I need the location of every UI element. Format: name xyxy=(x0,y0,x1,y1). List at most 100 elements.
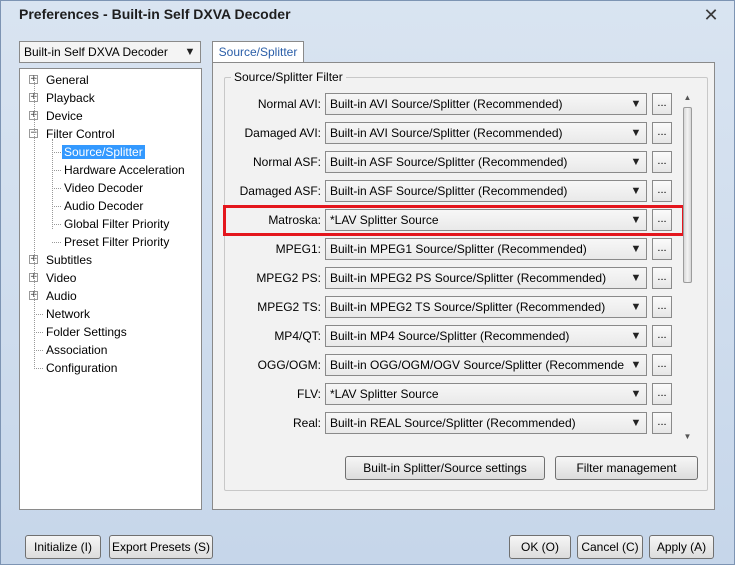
tree-item-label: Preset Filter Priority xyxy=(64,235,170,249)
tree-item-network[interactable]: Network xyxy=(44,305,92,323)
damaged-avi-splitter-select[interactable]: Built-in AVI Source/Splitter (Recommende… xyxy=(325,122,647,144)
chevron-down-icon: ▼ xyxy=(630,359,642,371)
chevron-down-icon: ▼ xyxy=(630,330,642,342)
tree-item-source-splitter[interactable]: Source/Splitter xyxy=(62,143,145,161)
flv-splitter-select[interactable]: *LAV Splitter Source ▼ xyxy=(325,383,647,405)
mpeg2-ts-label: MPEG2 TS: xyxy=(257,300,321,314)
cancel-button[interactable]: Cancel (C) xyxy=(577,535,643,559)
filter-list-scrollbar[interactable]: ▲ ▼ xyxy=(681,91,694,443)
normal-avi-label: Normal AVI: xyxy=(257,97,321,111)
mp4-qt-splitter-select[interactable]: Built-in MP4 Source/Splitter (Recommende… xyxy=(325,325,647,347)
initialize-button[interactable]: Initialize (I) xyxy=(25,535,101,559)
ogg-ogm-options-button[interactable]: ... xyxy=(652,354,672,376)
tree-item-video-decoder[interactable]: Video Decoder xyxy=(62,179,145,197)
tree-item-audio[interactable]: Audio xyxy=(44,287,79,305)
tree-item-label: Video xyxy=(46,271,77,285)
normal-asf-label: Normal ASF: xyxy=(252,155,321,169)
tree-item-association[interactable]: Association xyxy=(44,341,109,359)
tree-connector xyxy=(52,170,61,171)
select-value: Built-in MP4 Source/Splitter (Recommende… xyxy=(330,329,570,343)
tree-connector xyxy=(52,224,61,225)
splitter-settings-button[interactable]: Built-in Splitter/Source settings xyxy=(345,456,545,480)
tree-item-global-filter-priority[interactable]: Global Filter Priority xyxy=(62,215,171,233)
tree-connector xyxy=(52,242,61,243)
ogg-ogm-label: OGG/OGM: xyxy=(257,358,321,372)
tree-item-folder-settings[interactable]: Folder Settings xyxy=(44,323,129,341)
normal-asf-splitter-select[interactable]: Built-in ASF Source/Splitter (Recommende… xyxy=(325,151,647,173)
flv-options-button[interactable]: ... xyxy=(652,383,672,405)
tree-item-preset-filter-priority[interactable]: Preset Filter Priority xyxy=(62,233,171,251)
tree-item-video[interactable]: Video xyxy=(44,269,78,287)
tree-item-filter-control[interactable]: Filter Control xyxy=(44,125,117,143)
chevron-down-icon: ▼ xyxy=(630,156,642,168)
mpeg2-ts-splitter-select[interactable]: Built-in MPEG2 TS Source/Splitter (Recom… xyxy=(325,296,647,318)
settings-tree: General + Playback + Device + Filter Control − S… xyxy=(19,68,202,510)
chevron-down-icon: ▼ xyxy=(630,301,642,313)
chevron-down-icon: ▼ xyxy=(630,388,642,400)
chevron-down-icon: ▼ xyxy=(630,272,642,284)
tree-item-label: Playback xyxy=(46,91,95,105)
select-value: Built-in ASF Source/Splitter (Recommende… xyxy=(330,155,568,169)
tree-connector xyxy=(52,206,61,207)
export-presets-button[interactable]: Export Presets (S) xyxy=(109,535,213,559)
scroll-down-icon[interactable]: ▼ xyxy=(681,430,694,443)
filter-management-button[interactable]: Filter management xyxy=(555,456,698,480)
ok-button[interactable]: OK (O) xyxy=(509,535,571,559)
tree-connector xyxy=(34,368,43,369)
chevron-down-icon: ▼ xyxy=(184,46,196,58)
tab-source-splitter[interactable]: Source/Splitter xyxy=(212,41,304,63)
scroll-thumb[interactable] xyxy=(683,107,692,283)
group-title: Source/Splitter Filter xyxy=(231,70,346,84)
mpeg1-splitter-select[interactable]: Built-in MPEG1 Source/Splitter (Recommen… xyxy=(325,238,647,260)
select-value: *LAV Splitter Source xyxy=(330,387,439,401)
damaged-avi-options-button[interactable]: ... xyxy=(652,122,672,144)
chevron-down-icon: ▼ xyxy=(630,127,642,139)
mp4-qt-options-button[interactable]: ... xyxy=(652,325,672,347)
select-value: Built-in MPEG1 Source/Splitter (Recommen… xyxy=(330,242,587,256)
tree-item-device[interactable]: Device xyxy=(44,107,85,125)
tree-item-audio-decoder[interactable]: Audio Decoder xyxy=(62,197,145,215)
normal-avi-splitter-select[interactable]: Built-in AVI Source/Splitter (Recommende… xyxy=(325,93,647,115)
tree-item-playback[interactable]: Playback xyxy=(44,89,97,107)
tree-item-general[interactable]: General xyxy=(44,71,91,89)
mpeg2-ps-options-button[interactable]: ... xyxy=(652,267,672,289)
mpeg1-label: MPEG1: xyxy=(275,242,321,256)
scroll-up-icon[interactable]: ▲ xyxy=(681,91,694,104)
mpeg1-options-button[interactable]: ... xyxy=(652,238,672,260)
select-value: Built-in OGG/OGM/OGV Source/Splitter (Re… xyxy=(330,358,624,372)
ogg-ogm-splitter-select[interactable]: Built-in OGG/OGM/OGV Source/Splitter (Re… xyxy=(325,354,647,376)
tree-item-subtitles[interactable]: Subtitles xyxy=(44,251,94,269)
select-value: Built-in AVI Source/Splitter (Recommende… xyxy=(330,97,563,111)
tree-item-configuration[interactable]: Configuration xyxy=(44,359,119,377)
decoder-select-value: Built-in Self DXVA Decoder xyxy=(24,45,168,59)
damaged-asf-options-button[interactable]: ... xyxy=(652,180,672,202)
tree-item-label: Network xyxy=(46,307,91,321)
real-splitter-select[interactable]: Built-in REAL Source/Splitter (Recommend… xyxy=(325,412,647,434)
flv-label: FLV: xyxy=(296,387,321,401)
list-clip xyxy=(325,441,672,449)
mpeg2-ps-splitter-select[interactable]: Built-in MPEG2 PS Source/Splitter (Recom… xyxy=(325,267,647,289)
select-value: Built-in ASF Source/Splitter (Recommende… xyxy=(330,184,568,198)
title-bar: Preferences - Built-in Self DXVA Decoder… xyxy=(1,1,734,31)
normal-asf-options-button[interactable]: ... xyxy=(652,151,672,173)
tree-item-label: Device xyxy=(46,109,83,123)
real-label: Real: xyxy=(292,416,321,430)
close-icon[interactable]: ✕ xyxy=(702,6,720,24)
matroska-highlight-box xyxy=(223,205,685,236)
mpeg2-ts-options-button[interactable]: ... xyxy=(652,296,672,318)
tree-connector xyxy=(52,152,61,153)
select-value: Built-in MPEG2 PS Source/Splitter (Recom… xyxy=(330,271,607,285)
apply-button[interactable]: Apply (A) xyxy=(649,535,714,559)
real-options-button[interactable]: ... xyxy=(652,412,672,434)
tree-item-label: Global Filter Priority xyxy=(64,217,170,231)
tree-item-label: Configuration xyxy=(46,361,118,375)
select-value: Built-in MPEG2 TS Source/Splitter (Recom… xyxy=(330,300,606,314)
tree-connector xyxy=(34,350,43,351)
tree-connector xyxy=(52,188,61,189)
decoder-select[interactable]: Built-in Self DXVA Decoder ▼ xyxy=(19,41,201,63)
tree-item-label: Filter Control xyxy=(46,127,115,141)
tree-item-label: Audio Decoder xyxy=(64,199,144,213)
normal-avi-options-button[interactable]: ... xyxy=(652,93,672,115)
damaged-asf-splitter-select[interactable]: Built-in ASF Source/Splitter (Recommende… xyxy=(325,180,647,202)
tree-item-hardware-acceleration[interactable]: Hardware Acceleration xyxy=(62,161,187,179)
